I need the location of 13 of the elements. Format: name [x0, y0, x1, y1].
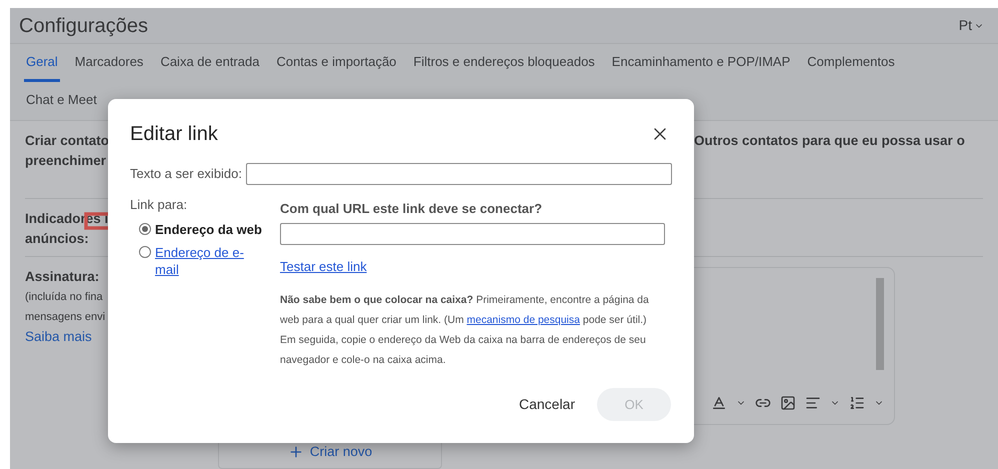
url-prompt: Com qual URL este link deve se conectar? [280, 200, 544, 218]
field-label: Link para: [130, 196, 188, 214]
setting-note: mensagens envi [25, 310, 106, 325]
page-title: Configurações [19, 14, 148, 38]
setting-note: (incluída no fina [25, 290, 103, 305]
setting-label: Assinatura: [25, 268, 100, 286]
help-text: Não sabe bem o que colocar na caixa? Primeiramente, encontre a página da web para a qual quer criar um link. (Um mecanismo de pesquisa pode ser útil.) Em seguida, copie o endereço da Web da caixa na barra de endereços de seu navegador e cole-o na caixa acima. [280, 293, 650, 368]
setting-description: Outros contatos para que eu possa usar o [694, 132, 965, 150]
dialog-title: Editar link [130, 122, 218, 147]
setting-label: preenchimer [25, 152, 106, 170]
setting-label: anúncios: [25, 230, 89, 248]
field-label: Texto a ser exibido: [130, 165, 242, 184]
setting-label: Criar contato [25, 132, 110, 150]
